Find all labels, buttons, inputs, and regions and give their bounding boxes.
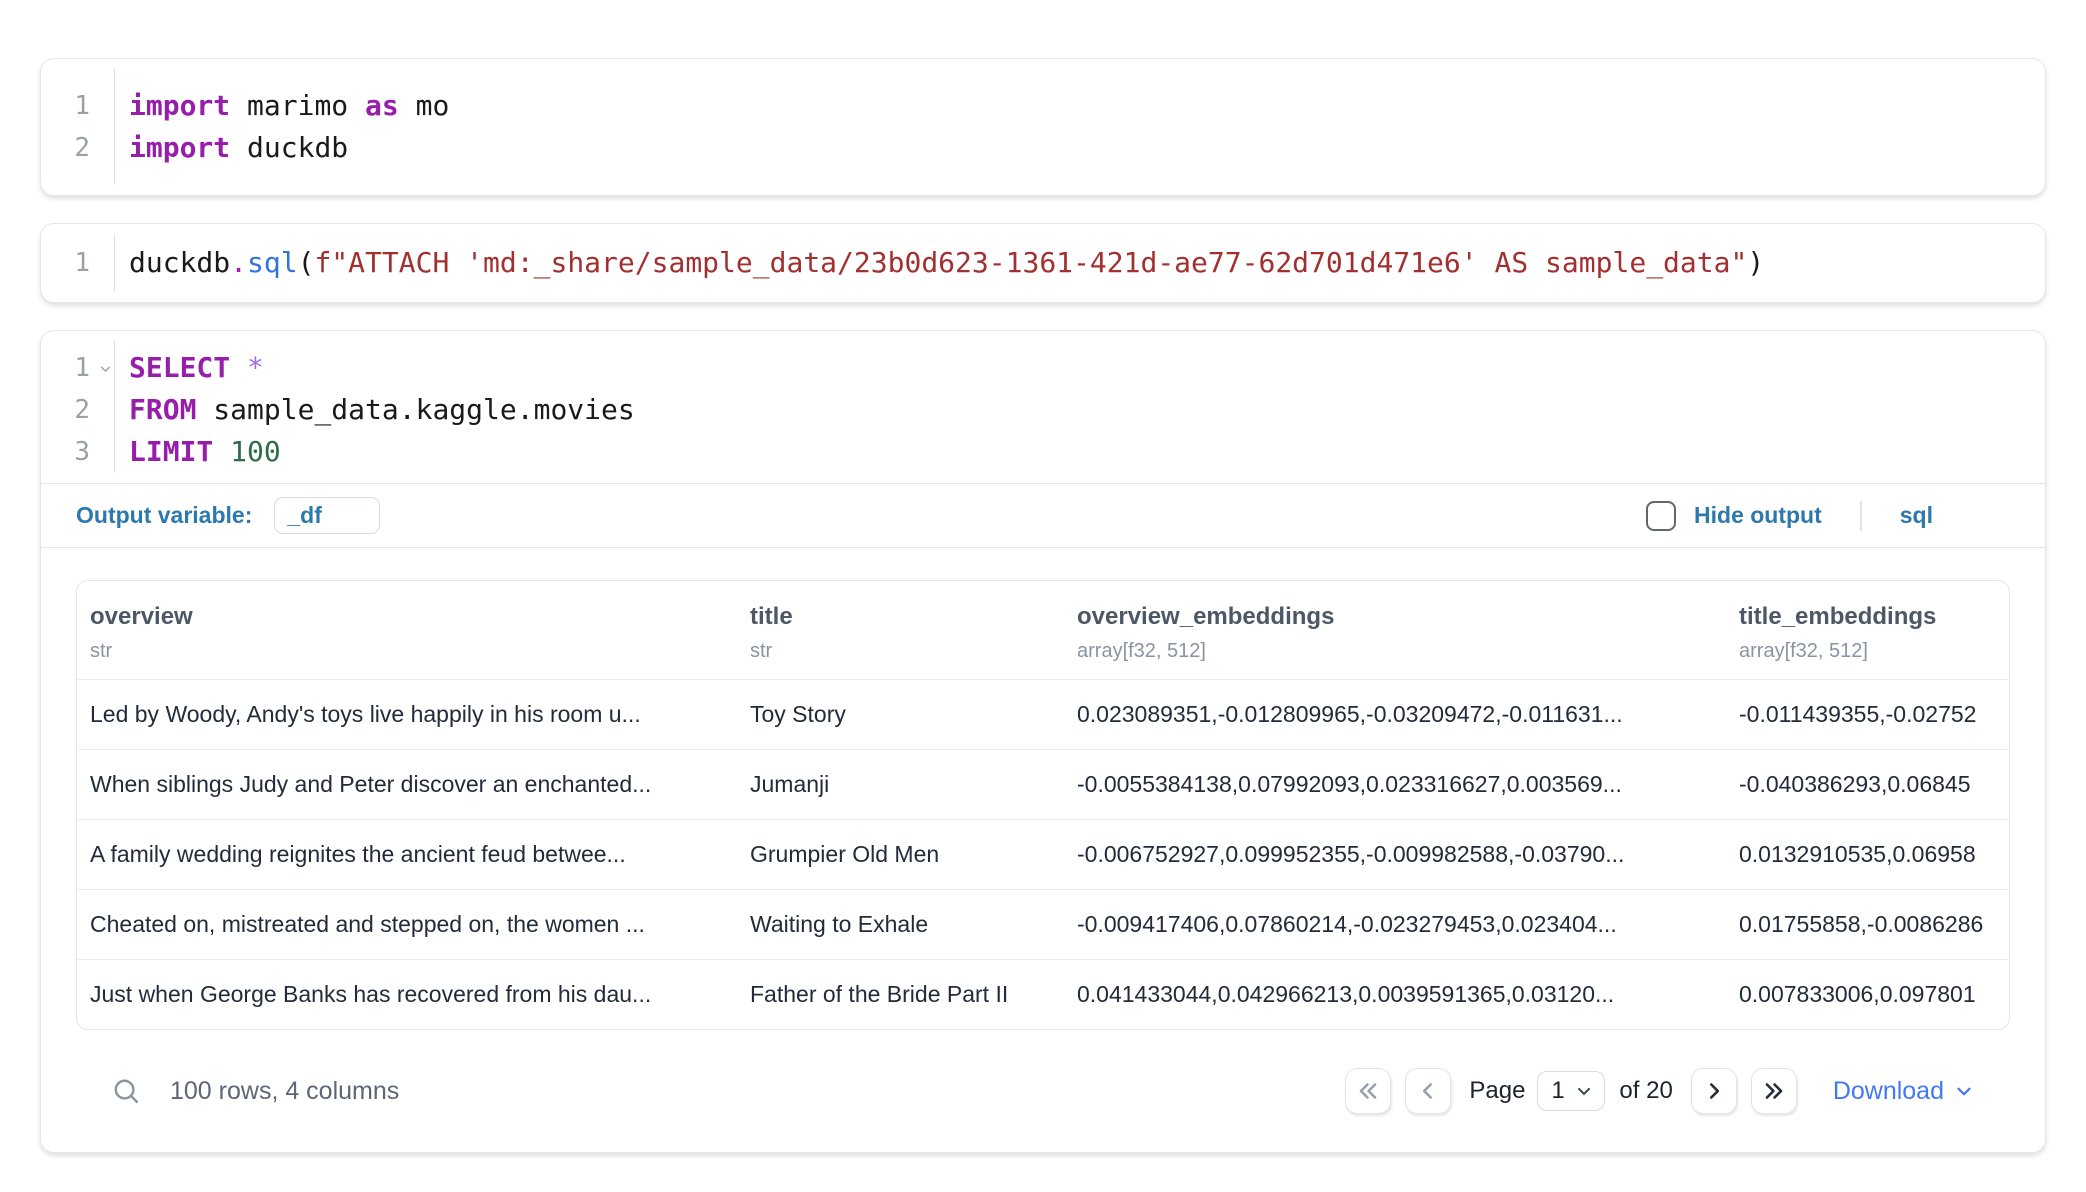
chevron-down-icon (1953, 1080, 1975, 1102)
next-page-button[interactable] (1691, 1068, 1737, 1114)
table-header-row: overview str title str overview_embeddingsar… (77, 581, 2009, 679)
code-line: 1import marimo as mo (41, 85, 2045, 127)
language-label-sql[interactable]: sql (1900, 502, 1933, 529)
page-count-label: of 20 (1619, 1077, 1672, 1105)
table-cell: Just when George Banks has recovered fro… (77, 981, 737, 1008)
last-page-button[interactable] (1751, 1068, 1797, 1114)
table-cell: Jumanji (737, 771, 1064, 798)
line-number: 3 (74, 431, 114, 473)
column-type: str (90, 640, 727, 663)
table-cell: Cheated on, mistreated and stepped on, t… (77, 911, 737, 938)
output-variable-input[interactable] (274, 497, 380, 534)
sql-cell: 1SELECT *2FROM sample_data.kaggle.movies… (40, 330, 2046, 1153)
line-number: 1 (74, 85, 114, 127)
download-label: Download (1833, 1077, 1944, 1106)
fold-chevron-icon[interactable] (98, 361, 113, 376)
code-editor[interactable]: 1duckdb.sql(f"ATTACH 'md:_share/sample_d… (41, 224, 2045, 302)
table-cell: 0.0132910535,0.06958 (1726, 841, 2009, 868)
page-select-value: 1 (1551, 1077, 1564, 1105)
page-select[interactable]: 1 (1537, 1071, 1605, 1111)
code-line: 2FROM sample_data.kaggle.movies (41, 389, 2045, 431)
table-cell: Toy Story (737, 701, 1064, 728)
table-cell: -0.006752927,0.099952355,-0.009982588,-0… (1064, 841, 1726, 868)
column-header-title[interactable]: title str (737, 603, 1064, 663)
hide-output-checkbox[interactable] (1646, 501, 1676, 531)
column-header-title_embeddings[interactable]: title_embeddings array[f32, 512] (1726, 603, 2009, 663)
table-row[interactable]: A family wedding reignites the ancient f… (77, 819, 2009, 889)
table-cell: 0.007833006,0.097801 (1726, 981, 2009, 1008)
table-summary: 100 rows, 4 columns (170, 1077, 399, 1106)
column-type: str (750, 640, 1054, 663)
code-line: 1duckdb.sql(f"ATTACH 'md:_share/sample_d… (41, 242, 2045, 284)
double-chevron-right-icon (1761, 1078, 1787, 1104)
download-button[interactable]: Download (1833, 1077, 1975, 1106)
notebook-page: 1import marimo as mo2import duckdb 1duck… (0, 0, 2086, 1192)
column-name: overview_embeddings (1077, 603, 1716, 631)
table-section: overview str title str overview_embeddingsar… (41, 548, 2045, 1152)
line-number-gutter: 2 (41, 389, 114, 431)
code-text: LIMIT 100 (114, 431, 281, 473)
code-line: 3LIMIT 100 (41, 431, 2045, 473)
line-number: 1 (74, 242, 114, 284)
page-label: Page (1469, 1077, 1525, 1105)
chevron-down-icon (1574, 1081, 1594, 1101)
line-number: 2 (74, 127, 114, 169)
table-cell: 0.023089351,-0.012809965,-0.03209472,-0.… (1064, 701, 1726, 728)
search-icon[interactable] (111, 1076, 142, 1107)
table-row[interactable]: Cheated on, mistreated and stepped on, t… (77, 889, 2009, 959)
output-variable-label: Output variable: (76, 502, 252, 529)
chevron-left-icon (1415, 1078, 1441, 1104)
pagination: Page 1 of 20 (1345, 1068, 1975, 1114)
table-cell: 0.041433044,0.042966213,0.0039591365,0.0… (1064, 981, 1726, 1008)
hide-output-label[interactable]: Hide output (1694, 502, 1822, 529)
table-cell: When siblings Judy and Peter discover an… (77, 771, 737, 798)
line-number-gutter: 1 (41, 242, 114, 284)
table-cell: -0.009417406,0.07860214,-0.023279453,0.0… (1064, 911, 1726, 938)
double-chevron-left-icon (1355, 1078, 1381, 1104)
code-text: duckdb.sql(f"ATTACH 'md:_share/sample_da… (114, 242, 1764, 284)
code-text: FROM sample_data.kaggle.movies (114, 389, 635, 431)
table-cell: Led by Woody, Andy's toys live happily i… (77, 701, 737, 728)
table-row[interactable]: When siblings Judy and Peter discover an… (77, 749, 2009, 819)
column-type: array[f32, 512] (1739, 640, 1999, 663)
table-cell: Waiting to Exhale (737, 911, 1064, 938)
line-number-gutter: 1 (41, 347, 114, 389)
vertical-divider (1860, 501, 1862, 531)
column-header-overview[interactable]: overview str (77, 603, 737, 663)
table-row[interactable]: Just when George Banks has recovered fro… (77, 959, 2009, 1029)
code-text: SELECT * (114, 347, 264, 389)
line-number: 2 (74, 389, 114, 431)
code-text: import duckdb (114, 127, 348, 169)
line-number-gutter: 3 (41, 431, 114, 473)
code-line: 2import duckdb (41, 127, 2045, 169)
table-footer: 100 rows, 4 columns Page (76, 1030, 2010, 1152)
code-text: import marimo as mo (114, 85, 449, 127)
sql-editor[interactable]: 1SELECT *2FROM sample_data.kaggle.movies… (41, 331, 2045, 483)
table-cell: Grumpier Old Men (737, 841, 1064, 868)
table-body: Led by Woody, Andy's toys live happily i… (77, 679, 2009, 1029)
column-type: array[f32, 512] (1077, 640, 1716, 663)
code-cell-attach: 1duckdb.sql(f"ATTACH 'md:_share/sample_d… (40, 223, 2046, 303)
table-cell: -0.0055384138,0.07992093,0.023316627,0.0… (1064, 771, 1726, 798)
results-table: overview str title str overview_embeddingsar… (76, 580, 2010, 1030)
code-cell-imports: 1import marimo as mo2import duckdb (40, 58, 2046, 196)
code-editor[interactable]: 1import marimo as mo2import duckdb (41, 59, 2045, 195)
column-header-overview_embeddings[interactable]: overview_embeddings array[f32, 512] (1064, 603, 1726, 663)
table-cell: Father of the Bride Part II (737, 981, 1064, 1008)
line-number-gutter: 1 (41, 85, 114, 127)
column-name: title (750, 603, 1054, 631)
code-line: 1SELECT * (41, 347, 2045, 389)
table-cell: -0.011439355,-0.02752 (1726, 701, 2009, 728)
previous-page-button[interactable] (1405, 1068, 1451, 1114)
column-name: title_embeddings (1739, 603, 1999, 631)
table-row[interactable]: Led by Woody, Andy's toys live happily i… (77, 679, 2009, 749)
first-page-button[interactable] (1345, 1068, 1391, 1114)
line-number-gutter: 2 (41, 127, 114, 169)
table-cell: A family wedding reignites the ancient f… (77, 841, 737, 868)
output-variable-row: Output variable: Hide output sql (41, 484, 2045, 547)
column-name: overview (90, 603, 727, 631)
chevron-right-icon (1701, 1078, 1727, 1104)
table-cell: 0.01755858,-0.0086286 (1726, 911, 2009, 938)
table-cell: -0.040386293,0.06845 (1726, 771, 2009, 798)
